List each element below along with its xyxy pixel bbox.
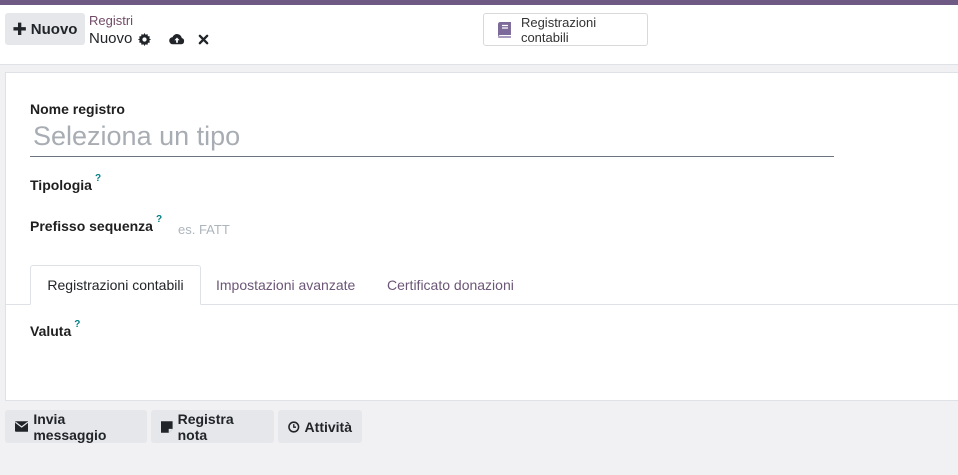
send-message-button[interactable]: Invia messaggio — [5, 410, 147, 443]
cloud-upload-icon[interactable] — [169, 31, 185, 47]
log-note-label: Registra nota — [177, 410, 234, 443]
help-tooltip-icon[interactable]: ? — [95, 173, 101, 184]
breadcrumb-parent[interactable]: Registri — [89, 13, 133, 28]
control-panel: ✚ Nuovo Registri Nuovo Registrazioni con… — [0, 5, 958, 65]
sequence-prefix-input[interactable] — [176, 217, 380, 241]
journal-entries-smart-button[interactable]: Registrazioni contabili — [483, 13, 648, 46]
envelope-icon — [15, 421, 29, 432]
discard-icon[interactable] — [195, 31, 211, 47]
notebook-tabs: Registrazioni contabili Impostazioni ava… — [6, 265, 958, 305]
help-tooltip-icon[interactable]: ? — [74, 319, 80, 330]
activity-button[interactable]: Attività — [278, 410, 362, 443]
sequence-prefix-label-text: Prefisso sequenza — [30, 218, 153, 234]
activity-label: Attività — [304, 418, 352, 435]
help-tooltip-icon[interactable]: ? — [156, 214, 162, 225]
clock-icon — [288, 420, 300, 433]
tab-donation-certificate[interactable]: Certificato donazioni — [387, 265, 514, 304]
journal-type-label-text: Tipologia — [30, 177, 92, 193]
form-sheet: Nome registro Tipologia? Prefisso sequen… — [5, 72, 958, 401]
currency-label: Valuta? — [30, 319, 80, 339]
journal-type-label: Tipologia? — [30, 173, 101, 193]
plus-icon: ✚ — [12, 19, 27, 39]
sequence-prefix-label: Prefisso sequenza? — [30, 214, 162, 234]
breadcrumb-current: Nuovo — [89, 30, 133, 47]
book-icon — [497, 21, 511, 38]
new-button-label: Nuovo — [30, 20, 78, 38]
currency-label-text: Valuta — [30, 323, 72, 339]
tab-journal-entries[interactable]: Registrazioni contabili — [30, 265, 201, 305]
new-button[interactable]: ✚ Nuovo — [5, 13, 85, 45]
journal-entries-label: Registrazioni contabili — [520, 14, 597, 45]
journal-name-label: Nome registro — [30, 101, 125, 117]
journal-name-input[interactable] — [30, 117, 834, 157]
sticky-note-icon — [161, 420, 173, 433]
log-note-button[interactable]: Registra nota — [151, 410, 274, 443]
gear-icon[interactable] — [136, 31, 152, 47]
send-message-label: Invia messaggio — [33, 410, 107, 443]
tab-advanced-settings[interactable]: Impostazioni avanzate — [216, 265, 355, 304]
